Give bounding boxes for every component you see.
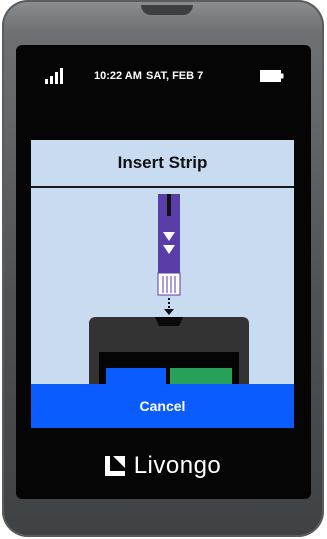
strip-contacts [157, 272, 181, 296]
screen-title: Insert Strip [117, 153, 208, 172]
meter-strip-port [155, 317, 183, 326]
status-time: 10:22 AM [94, 70, 142, 82]
screen-title-bar: Insert Strip [31, 140, 294, 188]
brand: Livongo [31, 448, 294, 484]
glucose-meter-device: 10:22 AM SAT, FEB 7 Insert Strip Cancel … [2, 0, 324, 537]
meter-graphic [89, 317, 249, 384]
cancel-button[interactable]: Cancel [31, 384, 294, 428]
insert-arrow-icon [164, 298, 174, 315]
meter-blue-button [106, 368, 166, 384]
status-bar: 10:22 AM SAT, FEB 7 [2, 0, 324, 92]
status-date: SAT, FEB 7 [146, 70, 204, 82]
livongo-logo-icon [104, 456, 125, 476]
meter-green-button [170, 368, 232, 384]
test-strip [157, 194, 181, 296]
insert-strip-illustration [89, 194, 249, 384]
signal-bars-icon [45, 68, 63, 84]
brand-name: Livongo [133, 452, 222, 479]
battery-icon [260, 70, 284, 82]
